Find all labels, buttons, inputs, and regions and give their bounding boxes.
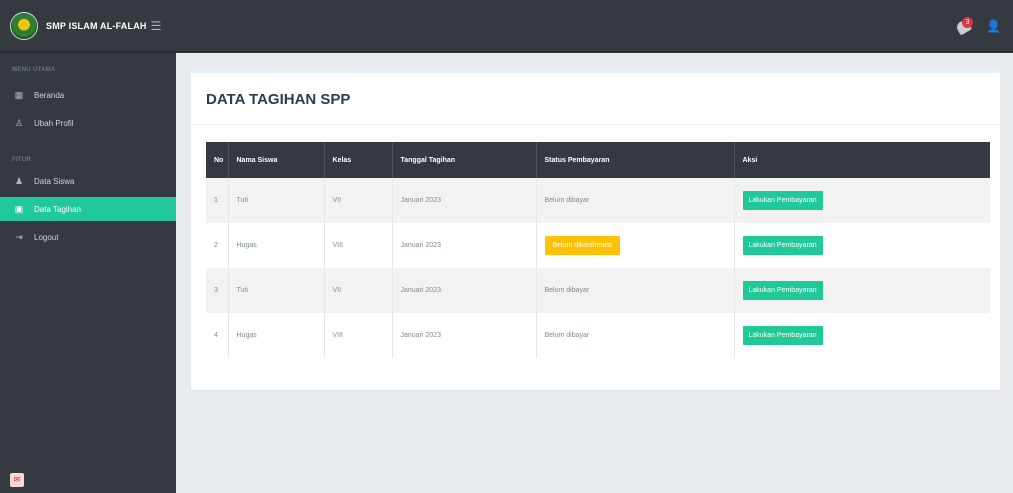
cell-no: 3 [206,268,229,313]
cell-nama: Tuti [228,268,325,313]
cell-no: 1 [206,178,229,223]
lakukan-pembayaran-button[interactable]: Lakukan Pembayaran [742,326,823,345]
cell-status: Belum dikonfirmasi [536,223,735,268]
column-header-status: Status Pembayaran [536,142,735,178]
top-navbar: SMP ISLAM AL-FALAH ☰ 3 👤 [0,0,1013,53]
column-header-tanggal: Tanggal Tagihan [392,142,537,178]
cell-kelas: VIII [324,223,393,268]
cell-nama: Hugas [228,313,325,358]
cell-nama: Hugas [228,223,325,268]
users-icon: ♟ [14,175,24,186]
sidebar-item-ubah-profil[interactable]: ♙ Ubah Profil [0,111,176,135]
user-menu-icon[interactable]: 👤 [986,19,1001,33]
status-badge: Belum dikonfirmasi [544,236,620,255]
cell-status: Belum dibayar [536,268,735,313]
cell-tanggal: Januari 2023 [392,313,537,358]
bottom-app-icon[interactable]: ✉ [10,473,24,487]
sidebar-item-label: Data Tagihan [34,204,81,214]
table-row: 1 Tuti VII Januari 2023 Belum dibayar La… [206,178,990,223]
lakukan-pembayaran-button[interactable]: Lakukan Pembayaran [742,191,823,210]
cell-kelas: VII [324,268,393,313]
sidebar-section-fitur: FITUR [12,157,32,163]
sidebar-section-main: MENU UTAMA [12,67,56,73]
tagihan-table: No Nama Siswa Kelas Tanggal Tagihan Stat… [206,142,990,358]
cell-tanggal: Januari 2023 [392,223,537,268]
notification-badge: 3 [962,16,974,28]
column-header-aksi: Aksi [742,156,758,164]
sidebar-item-label: Logout [34,232,59,242]
sidebar-item-data-tagihan[interactable]: ▣ Data Tagihan [0,197,176,221]
notification-bell-icon[interactable]: 3 [954,16,974,35]
logout-icon: ⇥ [15,231,23,242]
table-row: 2 Hugas VIII Januari 2023 Belum dikonfir… [206,223,990,268]
page-title: DATA TAGIHAN SPP [191,73,1000,125]
table-header-row: No Nama Siswa Kelas Tanggal Tagihan Stat… [206,142,990,178]
school-logo [10,11,38,40]
cell-tanggal: Januari 2023 [392,178,537,223]
lakukan-pembayaran-button[interactable]: Lakukan Pembayaran [742,236,823,255]
sidebar-item-data-siswa[interactable]: ♟ Data Siswa [0,169,176,193]
calendar-icon: ▣ [14,203,24,214]
table-row: 4 Hugas VIII Januari 2023 Belum dibayar … [206,313,990,358]
table-row: 3 Tuti VII Januari 2023 Belum dibayar La… [206,268,990,313]
sidebar-item-logout[interactable]: ⇥ Logout [0,225,176,249]
tagihan-card: DATA TAGIHAN SPP No Nama Siswa Kelas Tan… [191,70,1000,390]
sidebar-item-label: Ubah Profil [34,118,74,128]
brand-name: SMP ISLAM AL-FALAH [46,20,147,31]
cell-aksi: Lakukan Pembayaran [734,268,990,313]
brand[interactable]: SMP ISLAM AL-FALAH ☰ [0,11,176,40]
cell-status: Belum dibayar [536,178,735,223]
column-header-no: No [206,142,229,178]
sidebar-item-label: Data Siswa [34,176,75,186]
sidebar: MENU UTAMA ▦ Beranda ♙ Ubah Profil FITUR… [0,53,176,493]
column-header-nama: Nama Siswa [228,142,325,178]
cell-kelas: VII [324,178,393,223]
cell-aksi: Lakukan Pembayaran [734,178,990,223]
dashboard-icon: ▦ [14,89,24,100]
main-content: DATA TAGIHAN SPP No Nama Siswa Kelas Tan… [176,53,1013,493]
cell-nama: Tuti [228,178,325,223]
lakukan-pembayaran-button[interactable]: Lakukan Pembayaran [742,281,823,300]
column-header-kelas: Kelas [324,142,393,178]
cell-aksi: Lakukan Pembayaran [734,223,990,268]
cell-no: 4 [206,313,229,358]
menu-toggle-icon[interactable]: ☰ [151,19,162,33]
sidebar-item-beranda[interactable]: ▦ Beranda [0,83,176,107]
cell-aksi: Lakukan Pembayaran [734,313,990,358]
cell-no: 2 [206,223,229,268]
cell-tanggal: Januari 2023 [392,268,537,313]
cell-kelas: VIII [324,313,393,358]
user-icon: ♙ [14,117,24,128]
cell-status: Belum dibayar [536,313,735,358]
top-right-controls: 3 👤 [954,16,1013,35]
sidebar-item-label: Beranda [34,90,65,100]
